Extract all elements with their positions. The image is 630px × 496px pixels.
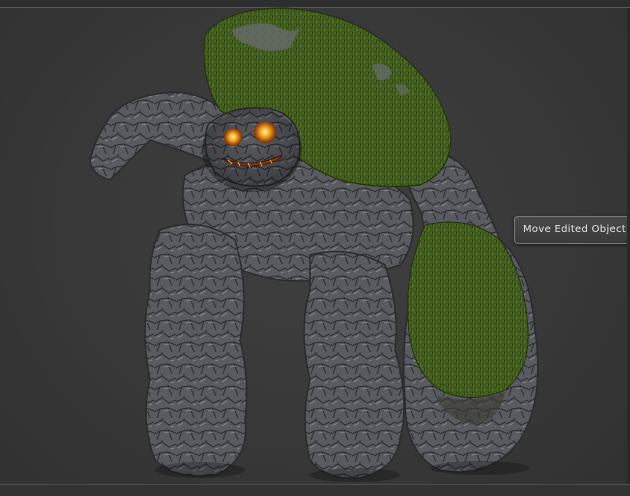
golem-head [202, 106, 302, 192]
viewport-bottom-bar [0, 484, 630, 496]
golem-right-eye [254, 121, 276, 143]
move-edited-object-tooltip: Move Edited Object [514, 216, 630, 244]
sculpt-scene[interactable] [0, 0, 630, 496]
golem-right-leg [303, 250, 405, 479]
golem-right-arm [399, 147, 539, 473]
golem-left-leg [144, 223, 248, 477]
golem-left-eye [224, 128, 242, 146]
3d-viewport[interactable]: Move Edited Object [0, 0, 630, 496]
